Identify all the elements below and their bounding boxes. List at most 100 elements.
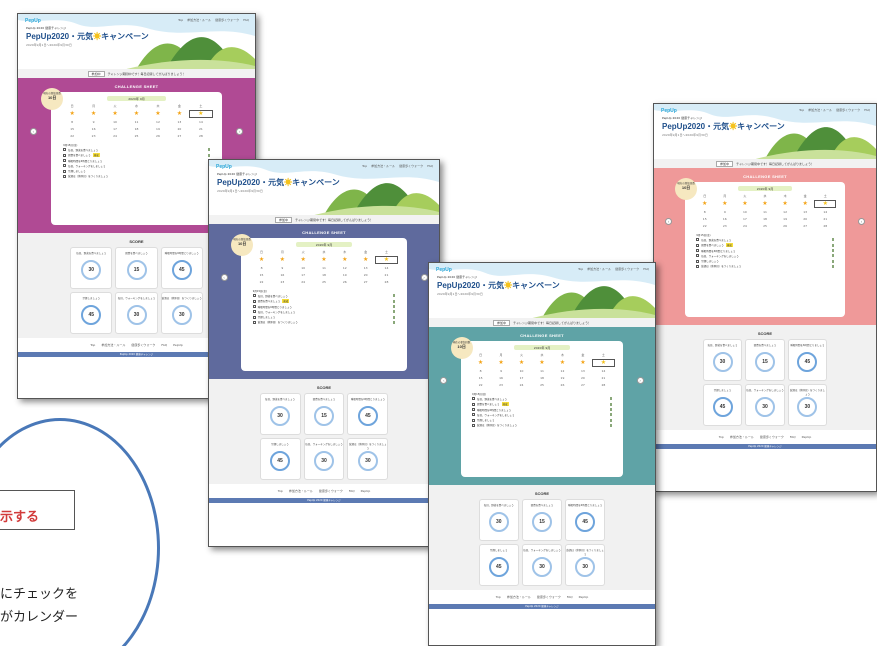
nav-item[interactable]: FAQ xyxy=(243,18,249,22)
calendar-day[interactable]: 9 xyxy=(491,369,511,373)
task-checkbox[interactable]: ✓ xyxy=(252,299,256,304)
calendar-day[interactable]: 8 xyxy=(695,210,715,214)
star-icon[interactable]: ★ xyxy=(552,360,572,366)
calendar-day[interactable]: 22 xyxy=(695,224,715,228)
star-icon[interactable]: ★ xyxy=(334,257,355,263)
nav-item[interactable]: Top xyxy=(178,18,183,22)
star-icon[interactable]: ★ xyxy=(126,111,147,117)
star-icon[interactable]: ★ xyxy=(104,111,125,117)
star-icon[interactable]: ★ xyxy=(355,257,376,263)
task-checkbox[interactable] xyxy=(696,238,700,242)
calendar-day[interactable]: 28 xyxy=(815,224,835,228)
footer-link[interactable]: 参加方法・ルール xyxy=(730,435,754,439)
calendar-day[interactable]: 15 xyxy=(61,127,82,131)
nav-item[interactable]: 健康歩くウォーク xyxy=(836,108,860,112)
calendar-day[interactable]: 13 xyxy=(169,120,190,124)
calendar-day[interactable]: 25 xyxy=(755,224,775,228)
task-checkbox[interactable] xyxy=(252,320,256,324)
next-month-icon[interactable]: › xyxy=(636,377,644,384)
star-icon[interactable]: ★ xyxy=(61,111,82,117)
star-icon[interactable]: ★ xyxy=(695,201,715,207)
calendar-day[interactable]: 23 xyxy=(491,383,511,387)
site-logo[interactable]: PepUp xyxy=(216,164,232,170)
prev-month-icon[interactable]: ‹ xyxy=(665,218,673,225)
footer-link[interactable]: 参加方法・ルール xyxy=(101,343,125,347)
footer-link[interactable]: PepUp xyxy=(802,435,812,439)
calendar-day[interactable]: 16 xyxy=(715,217,735,221)
calendar-day[interactable]: 18 xyxy=(755,217,775,221)
next-month-icon[interactable]: › xyxy=(420,274,428,281)
footer-link[interactable]: 健康歩くウォーク xyxy=(131,343,155,347)
task-checkbox[interactable] xyxy=(63,164,67,168)
task-checkbox[interactable] xyxy=(252,315,256,319)
star-icon[interactable]: ★ xyxy=(511,360,531,366)
calendar-day[interactable]: 14 xyxy=(815,210,835,214)
star-icon[interactable]: ★ xyxy=(573,360,593,366)
calendar-day[interactable]: 25 xyxy=(314,280,335,284)
calendar-day[interactable]: 17 xyxy=(735,217,755,221)
task-checkbox[interactable] xyxy=(696,259,700,263)
calendar-day[interactable]: 24 xyxy=(735,224,755,228)
calendar-day[interactable]: 21 xyxy=(190,127,211,131)
footer-link[interactable]: FAQ xyxy=(161,343,167,347)
footer-link[interactable]: FAQ xyxy=(790,435,796,439)
task-checkbox[interactable] xyxy=(63,148,67,152)
star-icon-today[interactable]: ★ xyxy=(375,256,398,264)
footer-link[interactable]: 参加方法・ルール xyxy=(289,489,313,493)
calendar-day[interactable]: 23 xyxy=(83,134,104,138)
nav-item[interactable]: 参加方法・ルール xyxy=(187,18,211,22)
calendar-day[interactable]: 12 xyxy=(552,369,572,373)
calendar-day[interactable]: 8 xyxy=(470,369,490,373)
calendar-day[interactable]: 14 xyxy=(190,120,211,124)
star-icon-today[interactable]: ★ xyxy=(592,359,615,367)
star-icon[interactable]: ★ xyxy=(755,201,775,207)
task-checkbox[interactable] xyxy=(696,249,700,253)
task-checkbox[interactable] xyxy=(472,413,476,417)
calendar-day[interactable]: 10 xyxy=(511,369,531,373)
calendar-day[interactable]: 10 xyxy=(735,210,755,214)
calendar-day[interactable]: 26 xyxy=(334,280,355,284)
calendar-day[interactable]: 20 xyxy=(355,273,376,277)
star-icon[interactable]: ★ xyxy=(251,257,272,263)
task-checkbox[interactable] xyxy=(63,174,67,178)
calendar-day[interactable]: 27 xyxy=(573,383,593,387)
calendar-day[interactable]: 19 xyxy=(552,376,572,380)
calendar-day[interactable]: 9 xyxy=(715,210,735,214)
site-logo[interactable]: PepUp xyxy=(25,18,41,24)
footer-link[interactable]: 参加方法・ルール xyxy=(507,595,531,599)
star-icon[interactable]: ★ xyxy=(83,111,104,117)
calendar-day[interactable]: 17 xyxy=(293,273,314,277)
calendar-day[interactable]: 26 xyxy=(552,383,572,387)
site-logo[interactable]: PepUp xyxy=(661,108,677,114)
nav-item[interactable]: 健康歩くウォーク xyxy=(215,18,239,22)
star-icon[interactable]: ★ xyxy=(314,257,335,263)
calendar-day[interactable]: 15 xyxy=(251,273,272,277)
star-icon[interactable]: ★ xyxy=(470,360,490,366)
calendar-day[interactable]: 28 xyxy=(593,383,613,387)
star-icon[interactable]: ★ xyxy=(491,360,511,366)
calendar-day[interactable]: 11 xyxy=(532,369,552,373)
star-icon[interactable]: ★ xyxy=(293,257,314,263)
task-checkbox[interactable]: ✓ xyxy=(472,402,475,407)
task-checkbox[interactable] xyxy=(252,310,256,314)
calendar-day[interactable]: 19 xyxy=(775,217,795,221)
calendar-day[interactable]: 27 xyxy=(169,134,190,138)
calendar-day[interactable]: 20 xyxy=(795,217,815,221)
task-item[interactable]: 飲酒は（休肝日）をつくりましょう xyxy=(252,320,396,325)
task-checkbox[interactable] xyxy=(696,264,700,268)
nav-item[interactable]: 参加方法・ルール xyxy=(371,164,395,168)
star-icon[interactable]: ★ xyxy=(795,201,815,207)
calendar-day[interactable]: 27 xyxy=(795,224,815,228)
calendar-day[interactable]: 10 xyxy=(104,120,125,124)
next-month-icon[interactable]: › xyxy=(236,128,244,135)
calendar-day[interactable]: 21 xyxy=(376,273,397,277)
star-icon[interactable]: ★ xyxy=(715,201,735,207)
star-icon[interactable]: ★ xyxy=(735,201,755,207)
calendar-day[interactable]: 15 xyxy=(470,376,490,380)
star-icon[interactable]: ★ xyxy=(147,111,168,117)
nav-item[interactable]: Top xyxy=(799,108,804,112)
calendar-day[interactable]: 23 xyxy=(715,224,735,228)
calendar-day[interactable]: 10 xyxy=(293,266,314,270)
calendar-day[interactable]: 13 xyxy=(795,210,815,214)
footer-link[interactable]: Top xyxy=(719,435,724,439)
